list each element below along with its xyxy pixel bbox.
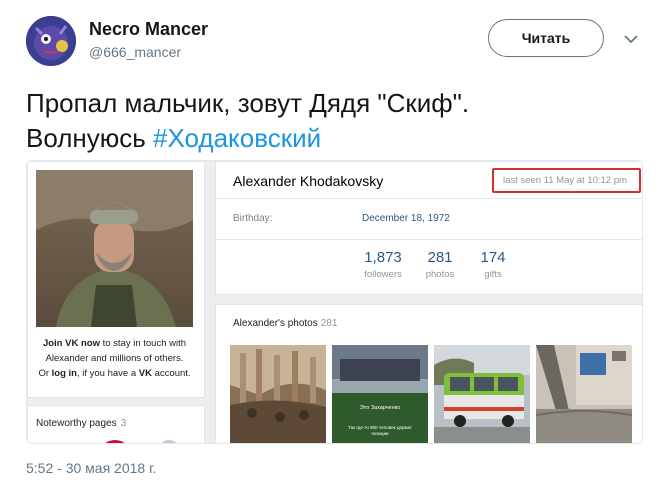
- login-link[interactable]: log in: [52, 368, 77, 379]
- thumb-caption: Так где-то 900 человек держат: [348, 425, 412, 430]
- join-vk-link[interactable]: Join VK now: [43, 338, 100, 349]
- photo-thumbnail[interactable]: Это Захарченко Так где-то 900 человек де…: [332, 345, 428, 443]
- stat-gifts[interactable]: 174 gifts: [468, 249, 518, 280]
- noteworthy-page-avatar[interactable]: [158, 440, 180, 443]
- join-vk-text: Join VK now to stay in touch with Alexan…: [38, 338, 191, 379]
- divider: [216, 239, 642, 240]
- divider: [216, 198, 642, 199]
- thumb-caption: Это Захарченко: [360, 405, 401, 411]
- noteworthy-page-avatar[interactable]: [98, 440, 132, 443]
- vk-profile-info: Alexander Khodakovsky last seen 11 May a…: [215, 161, 642, 295]
- tweet-timestamp[interactable]: 5:52 - 30 мая 2018 г.: [26, 460, 156, 476]
- avatar[interactable]: [26, 16, 76, 66]
- photos-title[interactable]: Alexander's photos 281: [233, 318, 337, 329]
- thumb-caption: позиции: [371, 431, 389, 436]
- noteworthy-title: Noteworthy pages 3: [36, 418, 127, 429]
- photo-thumbnail[interactable]: [536, 345, 632, 443]
- user-handle[interactable]: @666_mancer: [89, 42, 208, 62]
- photo-thumbnail[interactable]: [230, 345, 326, 443]
- last-seen-status: last seen 11 May at 10:12 pm: [503, 175, 627, 186]
- vk-photos-card: Alexander's photos 281 Это Захарченко Та…: [215, 304, 642, 443]
- tweet-text-line1: Пропал мальчик, зовут Дядя "Скиф".: [26, 88, 470, 118]
- noteworthy-pages-card: Noteworthy pages 3: [27, 405, 205, 443]
- birthday-value[interactable]: December 18, 1972: [362, 213, 450, 224]
- stat-photos[interactable]: 281 photos: [415, 249, 465, 280]
- profile-name: Alexander Khodakovsky: [233, 173, 384, 189]
- last-seen-highlight: last seen 11 May at 10:12 pm: [492, 168, 641, 193]
- birthday-label: Birthday:: [233, 213, 273, 224]
- vk-left-column: Join VK now to stay in touch with Alexan…: [27, 161, 208, 443]
- tweet-media[interactable]: Join VK now to stay in touch with Alexan…: [26, 160, 643, 444]
- photo-thumbnail[interactable]: [434, 345, 530, 443]
- user-info: Necro Mancer @666_mancer: [89, 18, 208, 62]
- follow-button[interactable]: Читать: [488, 19, 604, 57]
- chevron-down-icon[interactable]: [620, 28, 642, 50]
- tweet-text-line2: Волнуюсь: [26, 123, 154, 153]
- display-name[interactable]: Necro Mancer: [89, 18, 208, 40]
- stat-followers[interactable]: 1,873 followers: [358, 249, 408, 280]
- hashtag-link[interactable]: #Ходаковский: [153, 123, 321, 153]
- profile-photo[interactable]: [36, 170, 193, 327]
- vk-profile-card: Join VK now to stay in touch with Alexan…: [27, 161, 205, 398]
- tweet-text: Пропал мальчик, зовут Дядя "Скиф". Волну…: [26, 86, 626, 156]
